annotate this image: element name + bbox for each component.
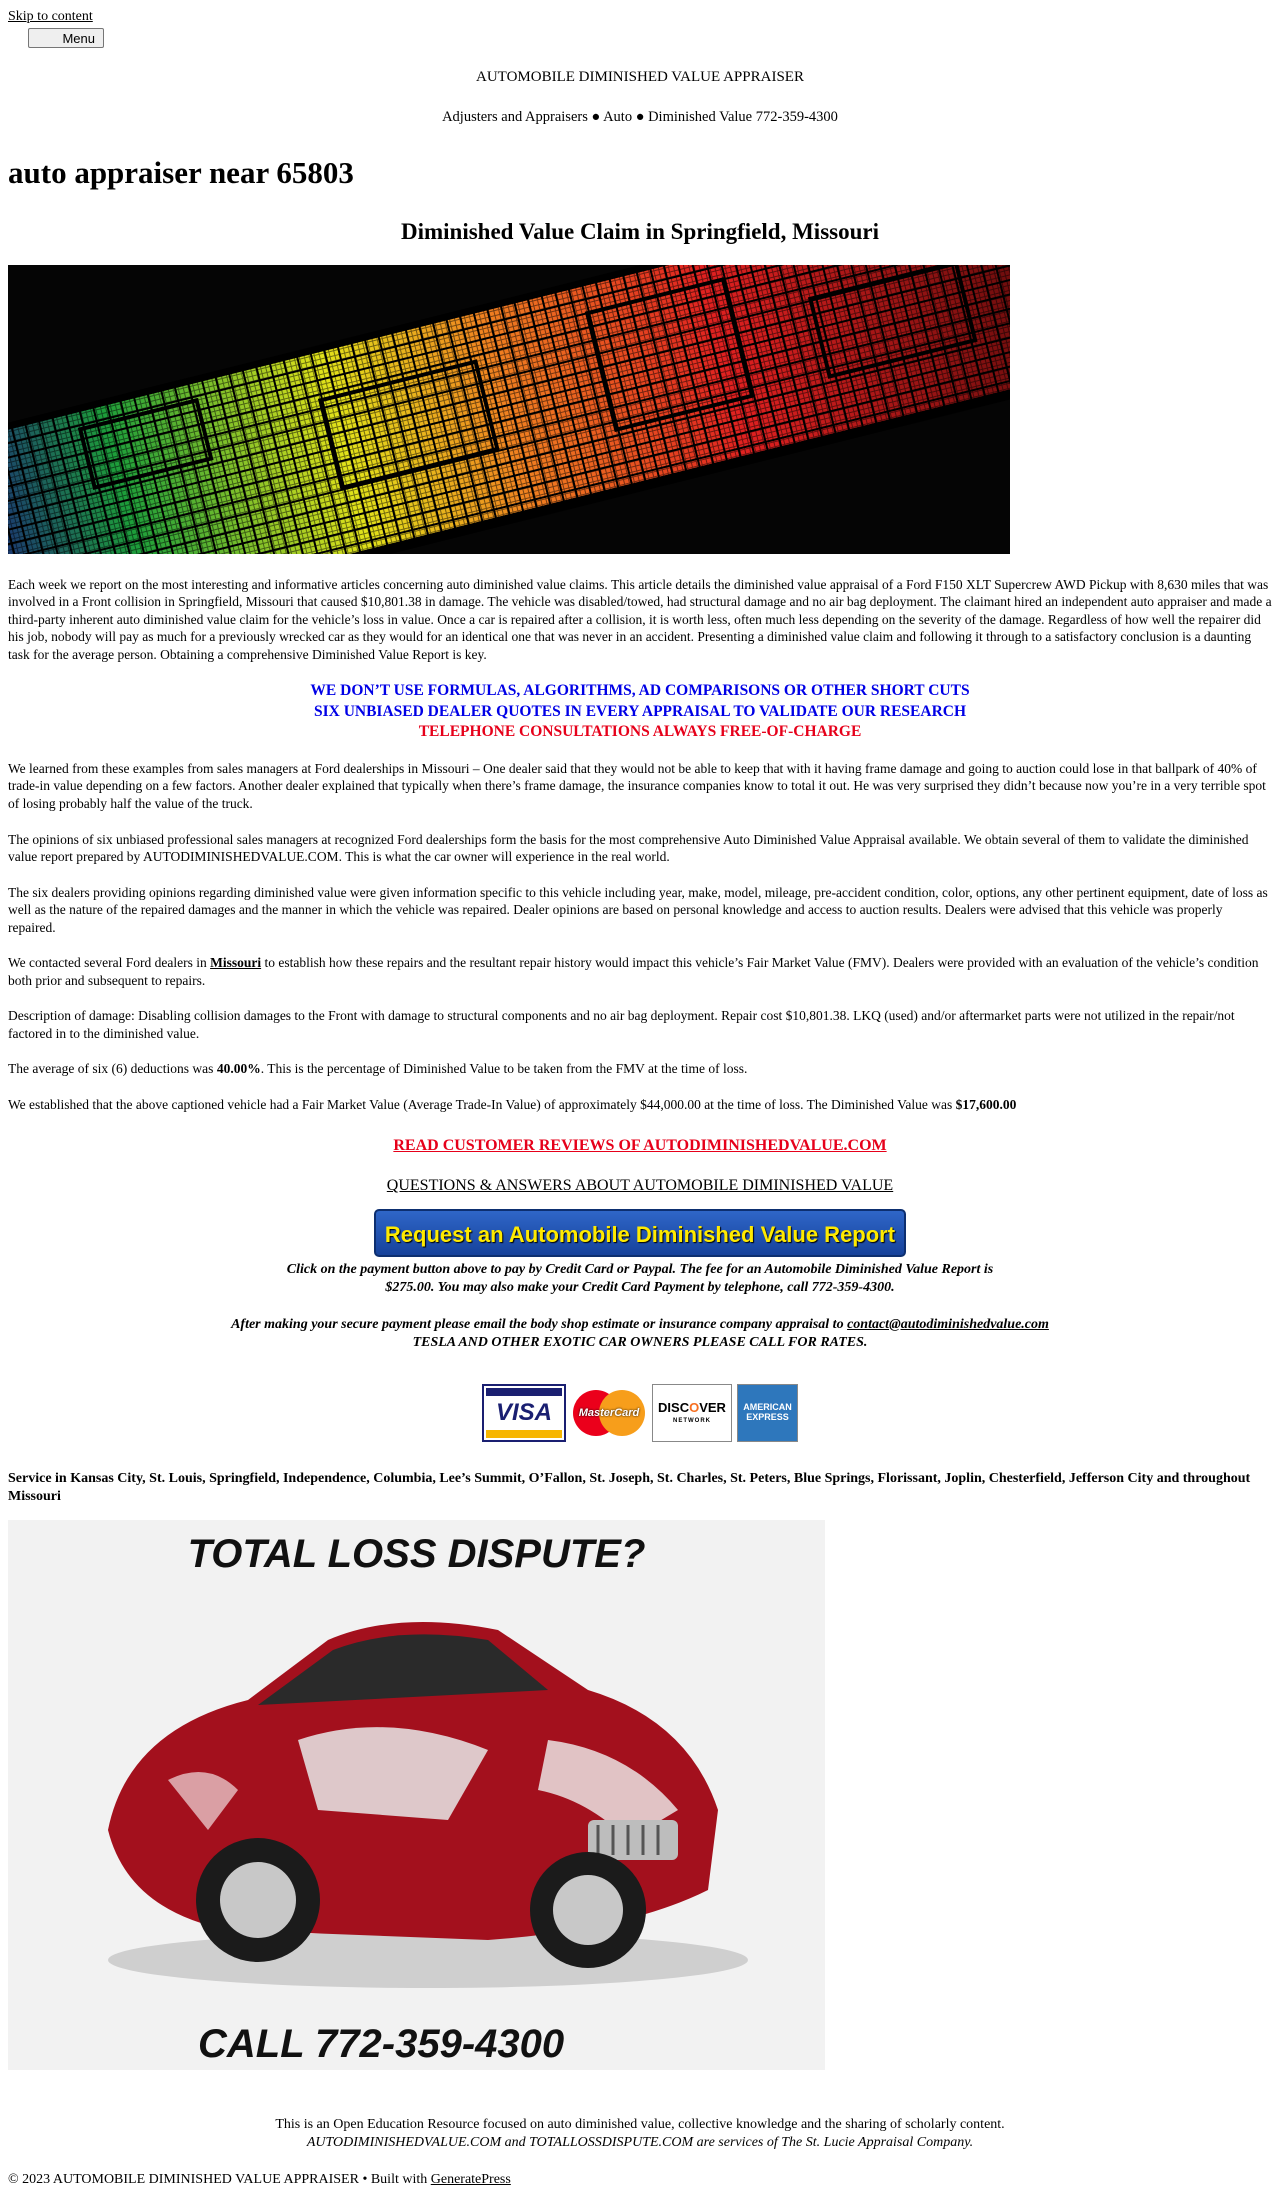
american-express-icon: AMERICAN EXPRESS bbox=[737, 1383, 798, 1442]
visa-label: VISA bbox=[495, 1399, 552, 1427]
payment-instructions: Click on the payment button above to pay… bbox=[8, 1261, 1272, 1297]
banner-line-free-consult: TELEPHONE CONSULTATIONS ALWAYS FREE-OF-C… bbox=[418, 722, 862, 740]
payment-line-1: Click on the payment button above to pay… bbox=[286, 1262, 994, 1278]
amex-label-2: EXPRESS bbox=[746, 1411, 789, 1422]
highlight-banner: WE DON’T USE FORMULAS, ALGORITHMS, AD CO… bbox=[8, 681, 1272, 741]
article-subtitle: Diminished Value Claim in Springfield, M… bbox=[401, 218, 879, 244]
request-report-button[interactable]: Request an Automobile Diminished Value R… bbox=[374, 1209, 906, 1258]
average-text-end: . This is the percentage of Diminished V… bbox=[260, 1061, 748, 1077]
banner-line-dealer-quotes: SIX UNBIASED DEALER QUOTES IN EVERY APPR… bbox=[313, 702, 967, 720]
contacted-dealers-paragraph: We contacted several Ford dealers in Mis… bbox=[8, 954, 1272, 989]
average-deduction-paragraph: The average of six (6) deductions was 40… bbox=[8, 1060, 1272, 1078]
dealer-examples-paragraph: We learned from these examples from sale… bbox=[8, 760, 1266, 811]
contacted-text-start: We contacted several Ford dealers in bbox=[8, 955, 211, 971]
total-loss-promo-image: TOTAL LOSS DISPUTE? CALL 772-359-4300 bbox=[8, 1520, 825, 2071]
after-payment-block: After making your secure payment please … bbox=[8, 1316, 1272, 1352]
discover-network-label: NETWORK bbox=[673, 1418, 711, 1425]
opinions-paragraph: The opinions of six unbiased professiona… bbox=[8, 831, 1249, 865]
footer-note: This is an Open Education Resource focus… bbox=[8, 2116, 1272, 2152]
mastercard-label: MasterCard bbox=[578, 1406, 640, 1419]
payment-line-2: $275.00. You may also make your Credit C… bbox=[385, 1280, 895, 1296]
average-text-start: The average of six (6) deductions was bbox=[8, 1061, 217, 1077]
discover-label-b: VER bbox=[699, 1399, 726, 1415]
mastercard-icon: MasterCard bbox=[571, 1384, 647, 1442]
fmv-paragraph: We established that the above captioned … bbox=[8, 1096, 1272, 1114]
generatepress-link[interactable]: GeneratePress bbox=[431, 2172, 511, 2187]
intro-paragraph: Each week we report on the most interest… bbox=[8, 576, 1272, 662]
wrecked-car-illustration bbox=[108, 1622, 748, 1989]
discover-label-a: DISC bbox=[658, 1399, 690, 1415]
site-title[interactable]: AUTOMOBILE DIMINISHED VALUE APPRAISER bbox=[8, 68, 1272, 88]
circuit-hero-image bbox=[8, 264, 1010, 554]
contact-email-link[interactable]: contact@autodiminishedvalue.com bbox=[847, 1317, 1049, 1332]
service-area-text: Service in Kansas City, St. Louis, Sprin… bbox=[8, 1470, 1251, 1505]
services-statement: AUTODIMINISHEDVALUE.COM and TOTALLOSSDIS… bbox=[306, 2135, 974, 2151]
promo-call-number: CALL 772-359-4300 bbox=[198, 2022, 565, 2067]
after-payment-text: After making your secure payment please … bbox=[231, 1316, 848, 1332]
copyright-text: © 2023 AUTOMOBILE DIMINISHED VALUE APPRA… bbox=[8, 2171, 431, 2187]
damage-description-paragraph: Description of damage: Disabling collisi… bbox=[8, 1008, 1235, 1041]
promo-heading: TOTAL LOSS DISPUTE? bbox=[187, 1532, 646, 1577]
circuit-board-graphic bbox=[8, 264, 1010, 554]
site-description: Adjusters and Appraisers ● Auto ● Dimini… bbox=[442, 108, 838, 125]
discover-label-o: O bbox=[689, 1399, 700, 1415]
discover-card-icon: DISCOVER NETWORK bbox=[652, 1383, 732, 1442]
dealer-info-paragraph: The six dealers providing opinions regar… bbox=[8, 884, 1268, 935]
site-copyright: © 2023 AUTOMOBILE DIMINISHED VALUE APPRA… bbox=[8, 2171, 1272, 2193]
customer-reviews-link[interactable]: READ CUSTOMER REVIEWS OF AUTODIMINISHEDV… bbox=[393, 1137, 886, 1154]
oer-statement: This is an Open Education Resource focus… bbox=[275, 2117, 1005, 2133]
exotic-car-notice: TESLA AND OTHER EXOTIC CAR OWNERS PLEASE… bbox=[412, 1334, 868, 1350]
fmv-text: We established that the above captioned … bbox=[8, 1096, 956, 1112]
missouri-link[interactable]: Missouri bbox=[210, 955, 261, 970]
deduction-percentage: 40.00% bbox=[216, 1061, 261, 1077]
diminished-value-amount: $17,600.00 bbox=[955, 1096, 1017, 1112]
visa-card-icon: VISA bbox=[482, 1383, 566, 1442]
questions-answers-link[interactable]: QUESTIONS & ANSWERS ABOUT AUTOMOBILE DIM… bbox=[387, 1177, 893, 1194]
skip-to-content-link[interactable]: Skip to content bbox=[8, 0, 1272, 26]
payment-cards: VISA MasterCard DISCOVER NETWORK AMERICA… bbox=[8, 1383, 1272, 1442]
menu-label: Menu bbox=[62, 30, 95, 46]
banner-line-no-formulas: WE DON’T USE FORMULAS, ALGORITHMS, AD CO… bbox=[310, 682, 970, 700]
page-title: auto appraiser near 65803 bbox=[8, 154, 354, 190]
menu-toggle-button[interactable]: Menu bbox=[28, 28, 104, 49]
